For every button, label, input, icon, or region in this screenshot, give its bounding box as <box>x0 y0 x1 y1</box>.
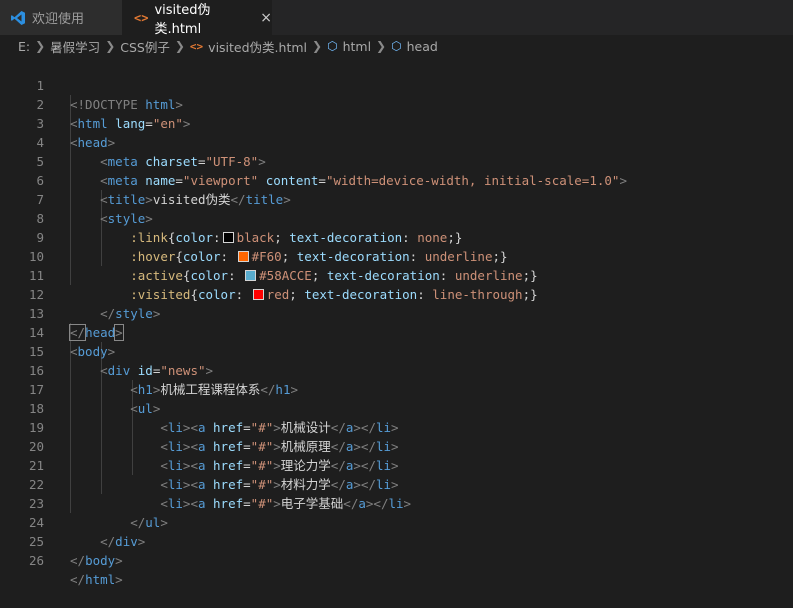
chevron-right-icon: ❯ <box>376 39 387 53</box>
html-file-icon: <> <box>134 10 149 25</box>
breadcrumb-symbol[interactable]: head <box>407 39 438 54</box>
code-line: 8 :link{color: black; text-decoration: no… <box>0 190 793 245</box>
chevron-right-icon: ❯ <box>105 39 116 53</box>
code-line: 2 <html lang="en"> <box>0 76 793 131</box>
tab-label: visited伪类.html <box>154 2 211 37</box>
tab-welcome[interactable]: 欢迎使用 <box>0 0 122 35</box>
close-icon[interactable]: × <box>260 10 272 26</box>
code-line: 25 </body> <box>0 513 793 568</box>
breadcrumb-file[interactable]: visited伪类.html <box>208 37 307 56</box>
code-line: 12 </style> <box>0 266 793 321</box>
code-line: 6 <title>visited伪类</title> <box>0 152 793 207</box>
chevron-right-icon: ❯ <box>174 39 185 53</box>
symbol-element-icon: ⬡ <box>327 39 338 53</box>
breadcrumb-symbol[interactable]: html <box>343 39 371 54</box>
breadcrumb-folder[interactable]: CSS例子 <box>120 37 170 56</box>
code-editor[interactable]: 1 <!DOCTYPE html> 2 <html lang="en"> 3 <… <box>0 57 793 587</box>
code-line: 7 <style> <box>0 171 793 226</box>
tab-bar: 欢迎使用 <> visited伪类.html × <box>0 0 793 37</box>
line-number: 26 <box>28 553 44 568</box>
code-line: 16 <h1>机械工程课程体系</h1> <box>0 342 793 397</box>
code-line: 13 </head> <box>0 285 793 341</box>
code-line: 14 <body> <box>0 304 793 359</box>
breadcrumb-drive[interactable]: E: <box>18 39 30 54</box>
chevron-right-icon: ❯ <box>35 39 46 53</box>
code-line: 10 :active{color: #58ACCE; text-decorati… <box>0 228 793 283</box>
code-line: 11 :visited{color: red; text-decoration:… <box>0 247 793 302</box>
tab-label: 欢迎使用 <box>32 12 85 27</box>
breadcrumb-folder[interactable]: 暑假学习 <box>50 37 100 56</box>
code-line: 21 <li><a href="#">材料力学</a></li> <box>0 437 793 492</box>
code-line: 20 <li><a href="#">理论力学</a></li> <box>0 418 793 473</box>
code-line: 9 :hover{color: #F60; text-decoration: u… <box>0 209 793 264</box>
html-file-icon: <> <box>189 39 204 53</box>
code-line: 23 </ul> <box>0 475 793 530</box>
chevron-right-icon: ❯ <box>312 39 323 53</box>
code-line: 3 <head> <box>0 95 793 150</box>
code-line: 18 <li><a href="#">机械设计</a></li> <box>0 380 793 435</box>
code-line: 4 <meta charset="UTF-8"> <box>0 114 793 169</box>
vscode-icon <box>11 10 25 25</box>
code-line: 1 <!DOCTYPE html> <box>0 57 793 112</box>
code-line: 24 </div> <box>0 494 793 549</box>
breadcrumb: E: ❯ 暑假学习 ❯ CSS例子 ❯ <> visited伪类.html ❯ … <box>0 35 793 57</box>
code-line: 5 <meta name="viewport" content="width=d… <box>0 133 793 188</box>
code-line: 26 </html> <box>0 532 793 587</box>
tab-visited-html[interactable]: <> visited伪类.html × <box>122 0 272 37</box>
code-line: 15 <div id="news"> <box>0 323 793 378</box>
code-line: 22 <li><a href="#">电子学基础</a></li> <box>0 456 793 511</box>
code-line: 19 <li><a href="#">机械原理</a></li> <box>0 399 793 454</box>
symbol-element-icon: ⬡ <box>391 39 402 53</box>
code-line: 17 <ul> <box>0 361 793 416</box>
